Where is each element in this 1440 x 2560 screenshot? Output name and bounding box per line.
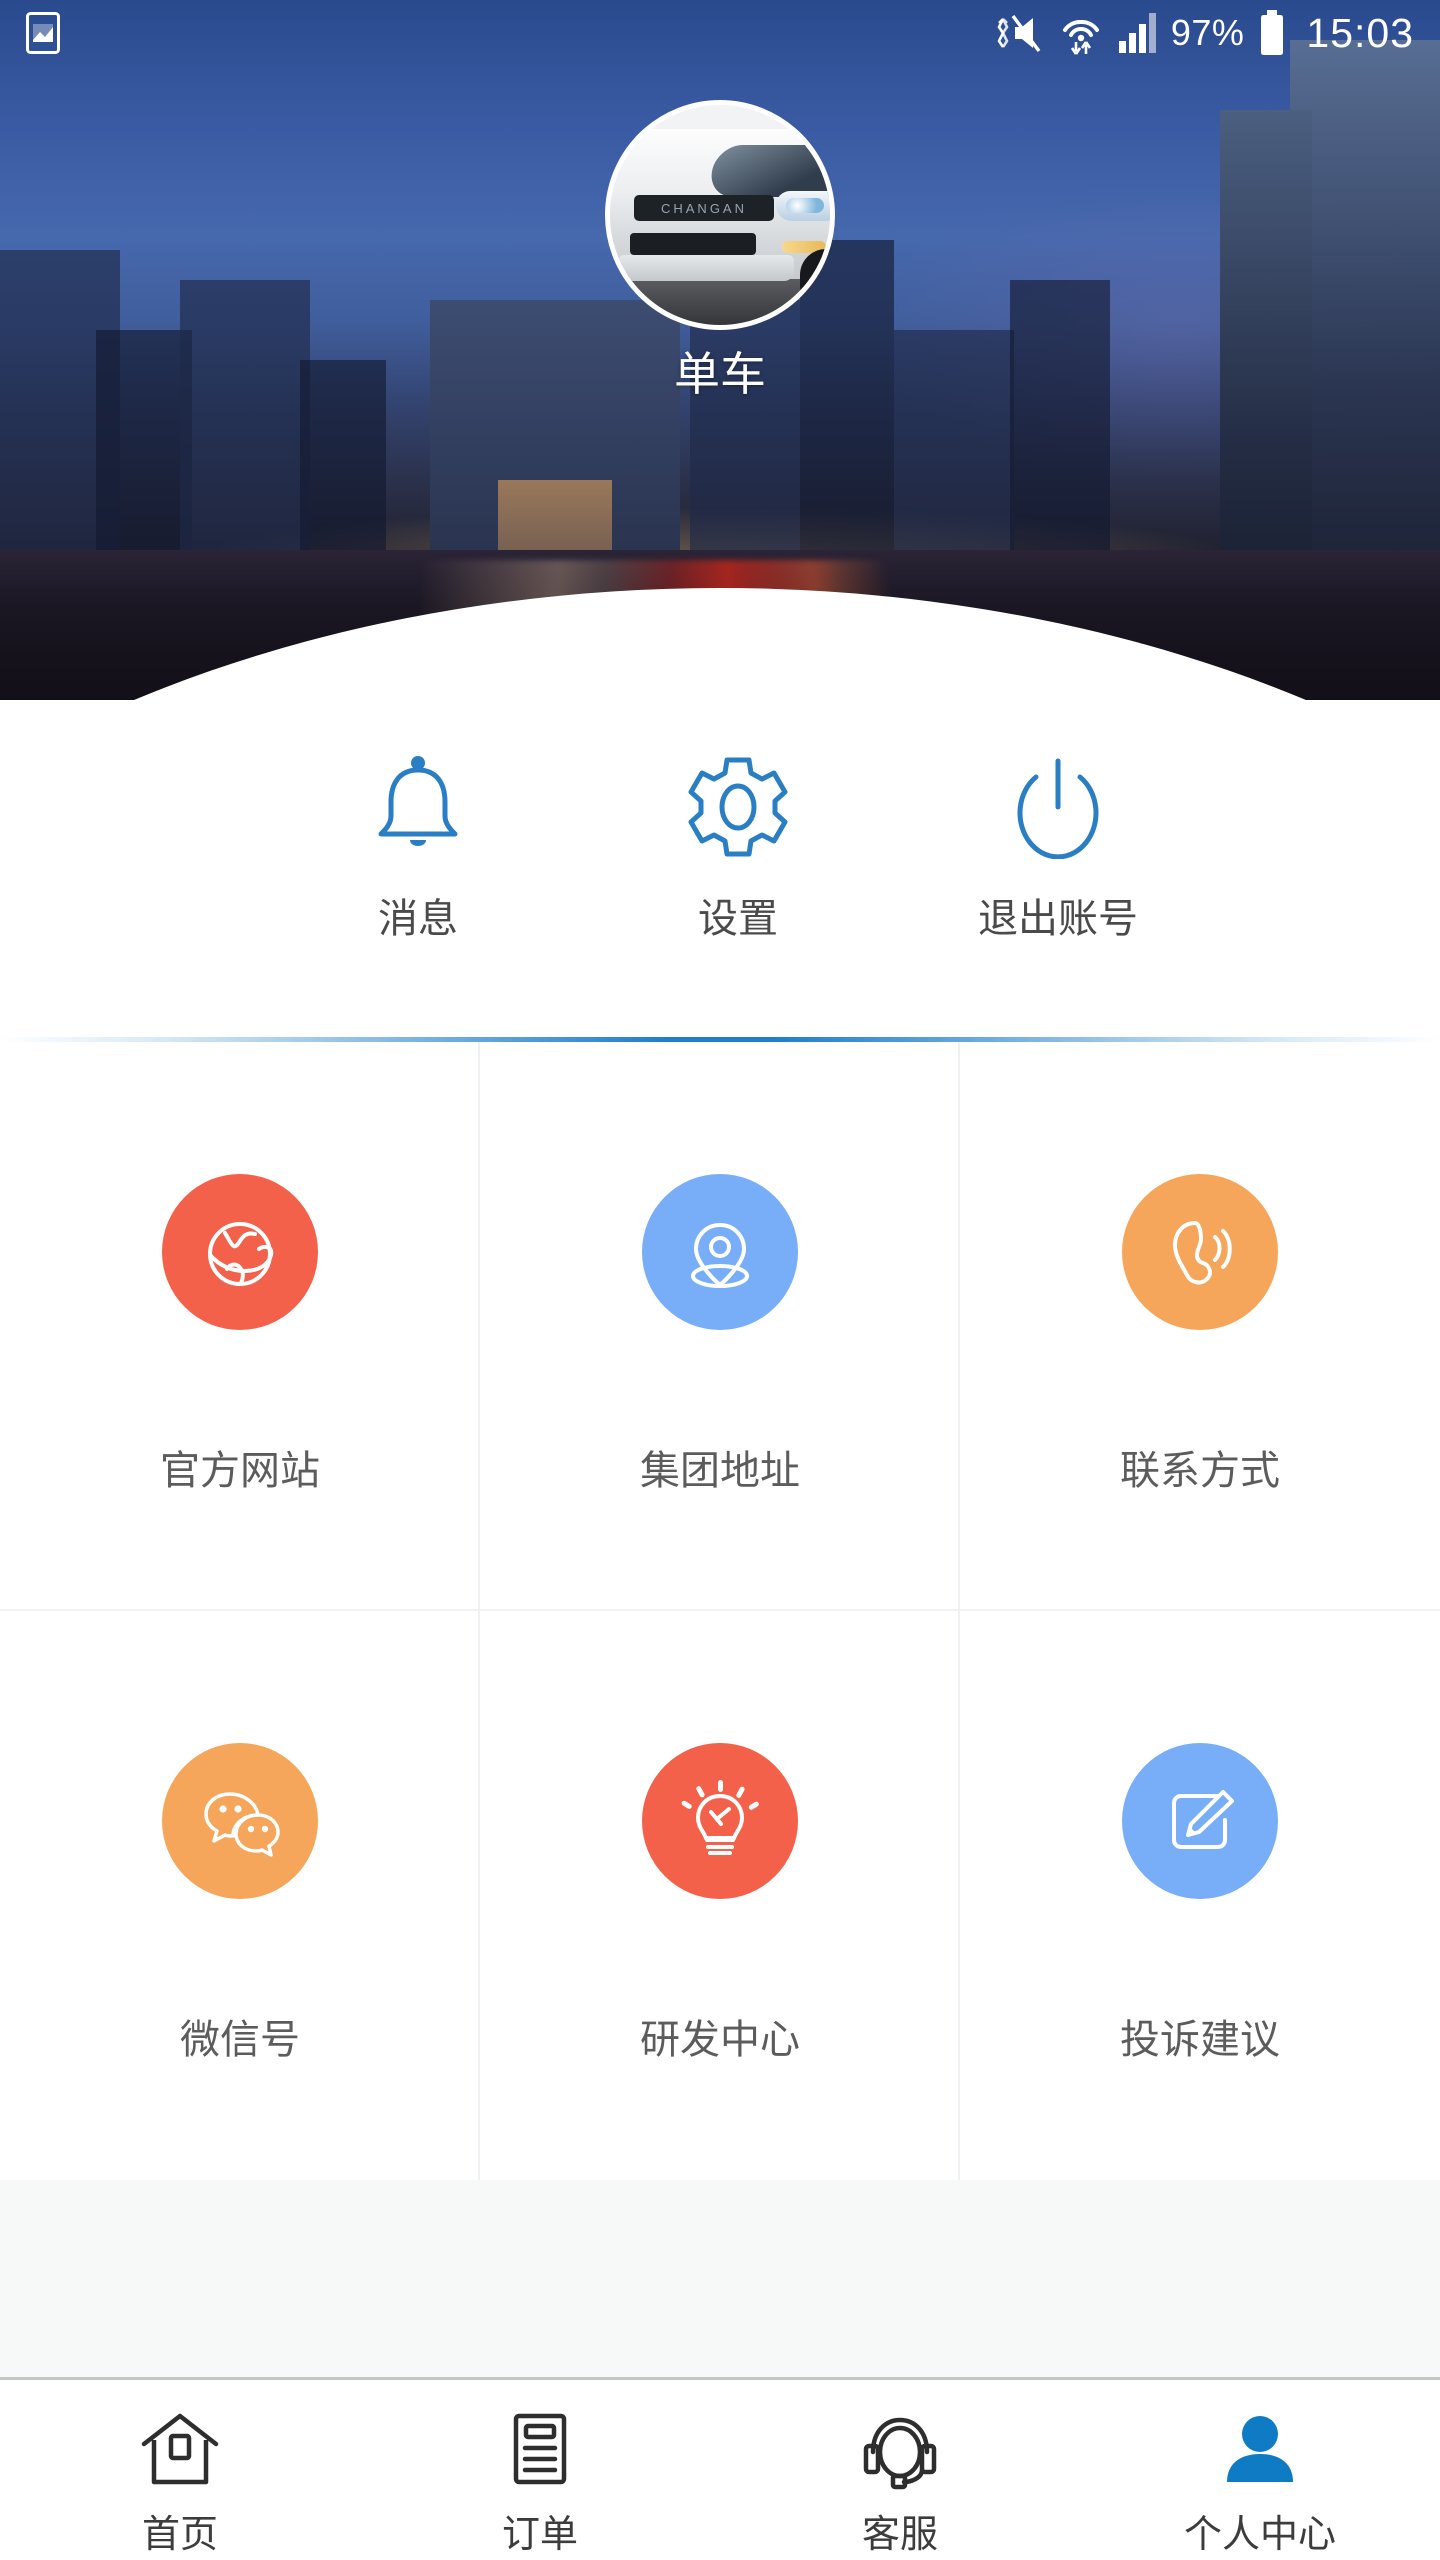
nav-item-label: 订单 <box>501 2514 578 2556</box>
lightbulb-icon <box>642 1743 798 1899</box>
globe-icon <box>162 1174 318 1330</box>
status-bar-left <box>26 12 60 54</box>
bell-icon <box>370 752 466 862</box>
grid-item-official-website[interactable]: 官方网站 <box>0 1042 480 1611</box>
username-label: 单车 <box>674 348 766 400</box>
bottom-navigation-bar: 首页 订单 客服 个人中心 <box>0 2383 1440 2560</box>
action-label: 设置 <box>698 897 778 941</box>
car-lower-grille <box>630 233 756 255</box>
wechat-icon <box>162 1743 318 1899</box>
grid-item-rd-center[interactable]: 研发中心 <box>480 1611 960 2180</box>
page-bottom-filler <box>0 2240 1440 2380</box>
vibrate-mute-icon <box>995 11 1045 55</box>
grid-item-label: 集团地址 <box>640 1449 800 1493</box>
building-silhouette <box>180 280 310 580</box>
car-windshield <box>705 145 830 197</box>
car-headlight <box>776 191 830 221</box>
nav-item-profile[interactable]: 个人中心 <box>1080 2405 1440 2558</box>
services-grid: 官方网站 集团地址 联系方式 微信号 研发中心 投诉建议 <box>0 1042 1440 2180</box>
car-body: CHANGAN <box>610 129 830 311</box>
grid-item-contact[interactable]: 联系方式 <box>960 1042 1440 1611</box>
location-pin-icon <box>642 1174 798 1330</box>
grid-item-label: 投诉建议 <box>1120 2018 1280 2062</box>
building-silhouette <box>1010 280 1110 580</box>
gear-icon <box>686 752 790 862</box>
edit-pencil-icon <box>1122 1743 1278 1899</box>
action-settings[interactable]: 设置 <box>578 700 898 944</box>
phone-call-icon <box>1122 1174 1278 1330</box>
avatar[interactable]: CHANGAN <box>605 100 835 330</box>
person-icon <box>1219 2405 1301 2497</box>
nav-item-support[interactable]: 客服 <box>720 2405 1080 2558</box>
grid-item-label: 微信号 <box>180 2018 300 2062</box>
action-messages[interactable]: 消息 <box>258 700 578 944</box>
wifi-data-transfer-icon <box>1059 10 1103 56</box>
grid-item-label: 研发中心 <box>640 2018 800 2062</box>
grid-item-label: 联系方式 <box>1120 1449 1280 1493</box>
grid-bottom-spacer <box>0 2180 1440 2240</box>
nav-item-label: 客服 <box>861 2514 938 2556</box>
clock-label: 15:03 <box>1306 9 1414 56</box>
screenshot-image-icon <box>26 12 60 54</box>
car-bumper <box>618 255 794 281</box>
nav-item-label: 首页 <box>141 2514 218 2556</box>
car-grille: CHANGAN <box>634 195 774 221</box>
nav-item-label: 个人中心 <box>1183 2514 1336 2556</box>
car-wheel <box>800 249 830 311</box>
grid-item-feedback[interactable]: 投诉建议 <box>960 1611 1440 2180</box>
power-icon <box>1006 752 1110 862</box>
grid-item-label: 官方网站 <box>160 1449 320 1493</box>
cellular-signal-icon <box>1117 11 1157 55</box>
quick-actions-row: 消息 设置 退出账号 <box>0 700 1440 1042</box>
nav-item-orders[interactable]: 订单 <box>360 2405 720 2558</box>
avatar-image: CHANGAN <box>605 100 835 330</box>
grid-item-wechat[interactable]: 微信号 <box>0 1611 480 2180</box>
headset-icon <box>859 2405 941 2497</box>
order-list-icon <box>499 2405 581 2497</box>
grid-item-group-address[interactable]: 集团地址 <box>480 1042 960 1611</box>
car-brand-label: CHANGAN <box>660 200 747 216</box>
action-label: 消息 <box>378 897 458 941</box>
battery-percent-label: 97% <box>1170 12 1245 53</box>
status-bar: 97% 15:03 <box>0 0 1440 66</box>
battery-icon <box>1258 10 1286 56</box>
action-logout[interactable]: 退出账号 <box>898 700 1218 944</box>
status-bar-right: 97% 15:03 <box>995 10 1414 57</box>
nav-item-home[interactable]: 首页 <box>0 2405 360 2558</box>
home-icon <box>139 2405 221 2497</box>
action-label: 退出账号 <box>978 897 1138 941</box>
